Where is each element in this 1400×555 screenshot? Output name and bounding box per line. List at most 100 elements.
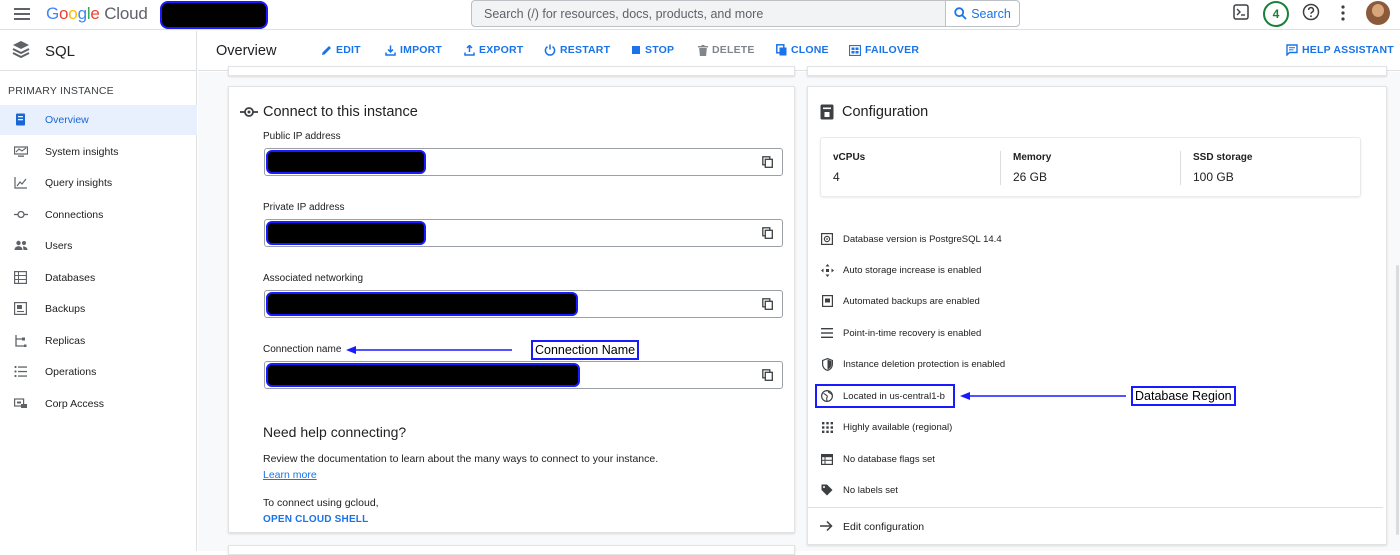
connect-card: Connect to this instance Public IP addre… xyxy=(228,86,795,533)
config-item-text: No labels set xyxy=(843,484,898,496)
chat-icon xyxy=(1286,44,1298,56)
copy-icon[interactable] xyxy=(762,156,773,168)
gcloud-text: To connect using gcloud, xyxy=(263,497,379,509)
stop-button[interactable]: STOP xyxy=(631,44,674,56)
annotation-arrow xyxy=(960,392,1126,400)
stat-label: vCPUs xyxy=(833,152,866,163)
networking-field[interactable] xyxy=(264,290,783,318)
search-button-label: Search xyxy=(971,6,1011,21)
networking-label: Associated networking xyxy=(263,273,364,284)
main-content: Connect to this instance Public IP addre… xyxy=(198,66,1400,555)
sql-layers-icon xyxy=(11,40,31,60)
sidebar-item-label: Users xyxy=(45,240,73,252)
config-item-text: Auto storage increase is enabled xyxy=(843,264,982,276)
grid-dots-icon xyxy=(820,421,834,433)
sidebar-item-label: Corp Access xyxy=(45,398,104,410)
region-highlight xyxy=(815,384,955,408)
help-assistant-label: HELP ASSISTANT xyxy=(1302,44,1394,56)
import-button[interactable]: IMPORT xyxy=(385,44,442,56)
import-label: IMPORT xyxy=(400,44,443,56)
edit-label: EDIT xyxy=(336,44,361,56)
sidebar-item-label: Query insights xyxy=(45,177,113,189)
config-item-text: Point-in-time recovery is enabled xyxy=(843,327,982,339)
copy-icon[interactable] xyxy=(762,227,773,239)
power-icon xyxy=(544,44,556,56)
stop-label: STOP xyxy=(645,44,675,56)
more-vert-icon[interactable] xyxy=(1341,5,1345,21)
search-button[interactable]: Search xyxy=(945,1,1019,26)
sidebar-item-system-insights[interactable]: System insights xyxy=(0,137,197,167)
sidebar-item-label: Connections xyxy=(45,209,104,221)
edit-configuration-button[interactable]: Edit configuration xyxy=(808,507,1383,545)
redacted-value xyxy=(266,292,578,316)
failover-icon xyxy=(849,44,861,56)
sidebar-item-label: Replicas xyxy=(45,335,86,347)
config-item-automated-backups: Automated backups are enabled xyxy=(820,291,980,311)
edit-configuration-label: Edit configuration xyxy=(843,521,925,533)
restart-button[interactable]: RESTART xyxy=(544,44,610,56)
private-ip-label: Private IP address xyxy=(263,202,345,213)
config-item-text: No database flags set xyxy=(843,453,935,465)
machine-stats: vCPUs 4 Memory 26 GB SSD storage 100 GB xyxy=(820,137,1361,197)
config-item-point-in-time: Point-in-time recovery is enabled xyxy=(820,323,981,343)
sidebar-item-backups[interactable]: Backups xyxy=(0,294,197,324)
overview-icon xyxy=(14,113,27,126)
sidebar-item-label: Operations xyxy=(45,366,97,378)
sidebar-item-corp-access[interactable]: Corp Access xyxy=(0,389,197,419)
sidebar-item-connections[interactable]: Connections xyxy=(0,200,197,230)
sidebar-item-overview[interactable]: Overview xyxy=(0,105,197,135)
edit-button[interactable]: EDIT xyxy=(321,44,361,56)
arrow-right-icon xyxy=(820,520,833,532)
sidebar-item-query-insights[interactable]: Query insights xyxy=(0,168,197,198)
previous-card-edge xyxy=(228,66,795,76)
copy-icon[interactable] xyxy=(762,369,773,381)
export-button[interactable]: EXPORT xyxy=(464,44,523,56)
export-icon xyxy=(464,44,475,56)
configuration-icon xyxy=(820,104,834,120)
avatar[interactable] xyxy=(1366,1,1390,25)
failover-button[interactable]: FAILOVER xyxy=(849,44,919,56)
stat-value: 4 xyxy=(833,170,840,184)
configuration-card: Configuration vCPUs 4 Memory 26 GB SSD s… xyxy=(807,86,1387,545)
sidebar-item-label: Overview xyxy=(45,114,89,126)
help-assistant-button[interactable]: HELP ASSISTANT xyxy=(1286,44,1394,56)
hamburger-menu-icon[interactable] xyxy=(14,7,30,21)
search-bar[interactable]: Search (/) for resources, docs, products… xyxy=(471,0,1020,27)
corp-access-icon xyxy=(14,397,28,410)
sidebar-item-operations[interactable]: Operations xyxy=(0,357,197,387)
section-label: PRIMARY INSTANCE xyxy=(8,85,114,97)
connection-name-field[interactable] xyxy=(264,361,783,389)
config-item-text: Automated backups are enabled xyxy=(843,295,980,307)
learn-more-link[interactable]: Learn more xyxy=(263,469,317,481)
connection-name-annotation: Connection Name xyxy=(531,340,640,360)
clone-button[interactable]: CLONE xyxy=(776,44,829,56)
database-version-icon xyxy=(820,233,834,245)
help-icon[interactable] xyxy=(1302,3,1320,21)
pencil-icon xyxy=(321,45,332,56)
connections-icon xyxy=(14,208,28,221)
table-icon xyxy=(820,453,834,465)
google-cloud-logo[interactable]: Google Cloud xyxy=(46,4,148,24)
notifications-badge[interactable]: 4 xyxy=(1263,1,1289,27)
sidebar-item-databases[interactable]: Databases xyxy=(0,263,197,293)
previous-card-edge xyxy=(807,66,1387,76)
config-item-labels: No labels set xyxy=(820,480,898,500)
open-cloud-shell-button[interactable]: OPEN CLOUD SHELL xyxy=(263,514,368,525)
sidebar-item-users[interactable]: Users xyxy=(0,231,197,261)
sidebar-item-label: Databases xyxy=(45,272,96,284)
users-icon xyxy=(14,239,28,252)
search-input[interactable]: Search (/) for resources, docs, products… xyxy=(484,7,763,21)
config-item-text: Database version is PostgreSQL 14.4 xyxy=(843,233,1002,245)
label-icon xyxy=(820,484,834,496)
public-ip-field[interactable] xyxy=(264,148,783,176)
delete-button[interactable]: DELETE xyxy=(698,44,755,56)
copy-icon[interactable] xyxy=(762,298,773,310)
stat-value: 100 GB xyxy=(1193,170,1234,184)
product-header: SQL xyxy=(0,31,197,71)
cloud-shell-icon[interactable] xyxy=(1233,4,1249,20)
private-ip-field[interactable] xyxy=(264,219,783,247)
project-selector-redacted[interactable] xyxy=(160,1,268,29)
restart-label: RESTART xyxy=(560,44,611,56)
scrollbar[interactable] xyxy=(1396,265,1399,535)
sidebar-item-replicas[interactable]: Replicas xyxy=(0,326,197,356)
